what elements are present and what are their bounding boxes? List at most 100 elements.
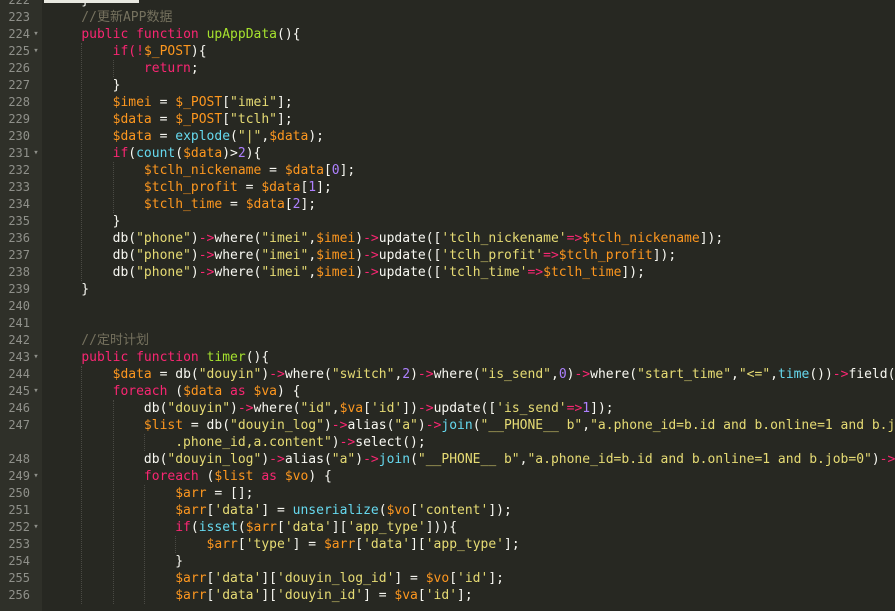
code-token: where( <box>214 248 262 263</box>
line-number: 233 <box>8 180 30 194</box>
code-line[interactable]: 250 $arr = []; <box>0 485 895 502</box>
code-token: -> <box>237 401 254 416</box>
code-token: , <box>582 418 591 433</box>
code-line[interactable]: 255 $arr['data']['douyin_log_id'] = $vo[… <box>0 570 895 587</box>
code-token: db( <box>50 452 168 467</box>
fold-toggle-icon[interactable]: ▾ <box>31 519 41 536</box>
code-token: if <box>175 520 191 535</box>
code-line[interactable]: 252 ▾ if(isset($arr['data']['app_type']))… <box>0 519 895 536</box>
code-token: = <box>151 129 176 144</box>
code-token: ) <box>190 231 199 246</box>
code-line[interactable]: 228 $imei = $_POST["imei"]; <box>0 94 895 111</box>
code-token: ( <box>378 503 387 518</box>
code-text: $list = db("douyin_log")->alias("a")->jo… <box>50 417 895 434</box>
code-line[interactable]: 237 db("phone")->where("imei",$imei)->up… <box>0 247 895 264</box>
code-line[interactable]: 225 ▾ if(!$_POST){ <box>0 43 895 60</box>
code-token: $data <box>183 384 223 399</box>
code-token: $_POST <box>143 44 191 59</box>
code-line[interactable]: 246 db("douyin")->where("id",$va['id'])-… <box>0 400 895 417</box>
code-line[interactable]: 238 db("phone")->where("imei",$imei)->up… <box>0 264 895 281</box>
code-token: [ <box>277 520 285 535</box>
fold-toggle-icon[interactable]: ▾ <box>31 43 41 60</box>
code-text: $data = $_POST["tclh"]; <box>50 111 293 128</box>
code-token: 'app_type' <box>425 537 505 552</box>
code-text: $arr['data']['douyin_log_id'] = $vo['id'… <box>50 570 504 587</box>
code-line[interactable]: 245 ▾ foreach ($data as $va) { <box>0 383 895 400</box>
code-line[interactable]: 239 } <box>0 281 895 298</box>
code-token: -> <box>363 265 379 280</box>
code-line[interactable]: 231 ▾ if(count($data)>2){ <box>0 145 895 162</box>
fold-toggle-icon[interactable]: ▾ <box>31 468 41 485</box>
code-token: ]; <box>457 588 473 603</box>
code-token: [ <box>410 503 418 518</box>
code-line[interactable]: 227 } <box>0 77 895 94</box>
fold-toggle-icon[interactable]: ▾ <box>31 26 41 43</box>
code-token: 'douyin_log_id' <box>277 571 395 586</box>
code-token: [ <box>222 95 231 110</box>
code-line[interactable]: 249 ▾ foreach ($list as $vo) { <box>0 468 895 485</box>
code-token: 0 <box>331 163 340 178</box>
code-line[interactable]: 240 <box>0 298 895 315</box>
fold-toggle-icon[interactable]: ▾ <box>31 349 41 366</box>
line-number: 225 <box>8 44 30 58</box>
code-token: $data <box>261 180 301 195</box>
code-token: as <box>230 384 246 399</box>
code-token: $data <box>112 129 152 144</box>
line-number: 231 <box>8 146 30 160</box>
code-line[interactable]: .phone_id,a.content")->select(); <box>0 434 895 451</box>
code-token: ) <box>190 248 199 263</box>
code-token: $arr <box>175 503 207 518</box>
code-token: ) <box>323 418 332 433</box>
line-number: 237 <box>8 248 30 262</box>
code-text: } <box>50 77 121 94</box>
code-line[interactable]: 251 $arr['data'] = unserialize($vo['cont… <box>0 502 895 519</box>
code-token: -> <box>363 231 379 246</box>
code-text: } <box>50 213 121 230</box>
code-token: ][ <box>261 588 277 603</box>
code-line[interactable]: 236 db("phone")->where("imei",$imei)->up… <box>0 230 895 247</box>
code-text: } <box>50 553 183 570</box>
code-token: } <box>50 78 121 93</box>
code-token: ]; <box>300 197 317 212</box>
line-number: 222 <box>8 0 30 7</box>
code-editor[interactable]: 222 } 223 //更新APP数据 224 ▾ public function u… <box>0 0 895 611</box>
code-line[interactable]: 248 db("douyin_log")->alias("a")->join("… <box>0 451 895 468</box>
code-token: count <box>136 146 176 161</box>
code-line[interactable]: 253 $arr['type'] = $arr['data']['app_typ… <box>0 536 895 553</box>
code-line[interactable]: 223 //更新APP数据 <box>0 9 895 26</box>
code-line[interactable]: 229 $data = $_POST["tclh"]; <box>0 111 895 128</box>
code-line[interactable]: 243 ▾ public function timer(){ <box>0 349 895 366</box>
fold-toggle-icon[interactable]: ▾ <box>31 383 41 400</box>
code-line[interactable]: 254 } <box>0 553 895 570</box>
code-token: ]; <box>277 112 293 127</box>
code-line[interactable]: 247 $list = db("douyin_log")->alias("a")… <box>0 417 895 434</box>
code-line[interactable]: 232 $tclh_nickename = $data[0]; <box>0 162 895 179</box>
code-token: "imei" <box>261 265 309 280</box>
code-token: = <box>151 95 176 110</box>
code-line[interactable]: 235 } <box>0 213 895 230</box>
code-token: = []; <box>206 486 254 501</box>
code-text: foreach ($data as $va) { <box>50 383 301 400</box>
code-line[interactable]: 224 ▾ public function upAppData(){ <box>0 26 895 43</box>
code-line[interactable]: 242 //定时计划 <box>0 332 895 349</box>
code-line[interactable]: 233 $tclh_profit = $data[1]; <box>0 179 895 196</box>
code-line[interactable]: 241 <box>0 315 895 332</box>
code-line[interactable]: 230 $data = explode("|",$data); <box>0 128 895 145</box>
code-token: , <box>770 367 778 382</box>
code-line[interactable]: 244 $data = db("douyin")->where("switch"… <box>0 366 895 383</box>
code-line[interactable]: 234 $tclh_time = $data[2]; <box>0 196 895 213</box>
code-token: = <box>151 112 176 127</box>
code-line[interactable]: 256 $arr['data']['douyin_id'] = $va['id'… <box>0 587 895 604</box>
code-line[interactable]: 226 return; <box>0 60 895 77</box>
code-token: //定时计划 <box>50 333 149 348</box>
code-token: $list <box>143 418 184 433</box>
fold-toggle-icon[interactable]: ▾ <box>31 145 41 162</box>
code-text: if(count($data)>2){ <box>50 145 262 162</box>
code-token: $data <box>284 163 324 178</box>
code-token: ]; <box>504 537 520 552</box>
